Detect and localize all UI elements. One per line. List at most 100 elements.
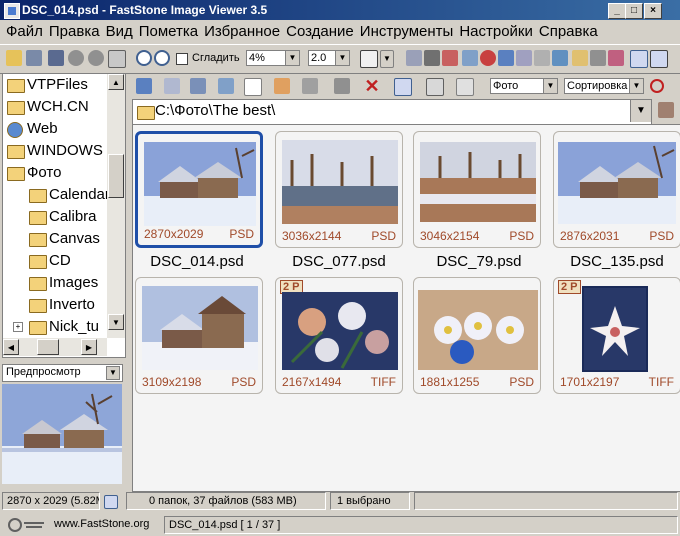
select-icon[interactable] [406, 50, 422, 66]
menu-create[interactable]: Создание [286, 21, 354, 40]
smooth-label: Сгладить [192, 52, 240, 64]
copy-icon[interactable] [302, 78, 318, 94]
forward-icon[interactable] [164, 78, 180, 94]
back-icon[interactable] [136, 78, 152, 94]
selection-count: 1 выбрано [330, 492, 410, 510]
save-icon[interactable] [48, 50, 64, 66]
expand-icon[interactable]: + [13, 322, 23, 332]
stop-icon[interactable] [650, 79, 664, 93]
menu-help[interactable]: Справка [539, 21, 598, 40]
list-view-icon[interactable] [426, 78, 444, 96]
zoom-select[interactable]: 4% ▼ [246, 50, 300, 66]
menu-edit[interactable]: Правка [49, 21, 100, 40]
smooth-checkbox[interactable] [176, 53, 188, 65]
thumbnail-dims: 3046x2154 [420, 229, 480, 243]
compare-icon[interactable] [534, 50, 550, 66]
scroll-left-icon[interactable]: ◀ [3, 339, 19, 355]
thumbnail-format: PSD [229, 227, 254, 241]
browser-toolbar: ✕ Фото ▼ Сортировка ▼ [128, 73, 680, 97]
scroll-down-icon[interactable]: ▼ [108, 314, 124, 330]
thumbnail-card[interactable]: 2876x2031 PSD [553, 131, 680, 248]
thumbnail-filename: DSC_077.psd [292, 253, 386, 270]
delete-icon[interactable]: ✕ [364, 77, 380, 95]
recycle-bin-icon[interactable] [658, 102, 674, 118]
resize-icon[interactable] [462, 50, 478, 66]
details-view-icon[interactable] [456, 78, 474, 96]
chevron-down-icon: ▼ [543, 79, 557, 93]
scroll-thumb[interactable] [37, 339, 59, 355]
scroll-up-icon[interactable]: ▲ [108, 74, 124, 90]
email-icon[interactable] [572, 50, 588, 66]
thumbnail-info: 3109x2198 PSD [142, 375, 256, 389]
menu-favorites[interactable]: Избранное [204, 21, 280, 40]
grid-icon[interactable] [516, 50, 532, 66]
thumbnail-card[interactable]: 2 P 2167x1494 TIFF [275, 277, 403, 394]
layout-icon[interactable] [630, 50, 648, 68]
open-folder-icon[interactable] [6, 50, 22, 66]
folder-icon [29, 211, 47, 225]
thumbnail-card[interactable]: 3109x2198 PSD [135, 277, 263, 394]
menu-tag[interactable]: Пометка [139, 21, 198, 40]
chevron-down-icon[interactable]: ▼ [630, 100, 651, 122]
menu-tools[interactable]: Инструменты [360, 21, 454, 40]
folder-icon [137, 106, 155, 120]
tree-item-label: Images [49, 274, 99, 291]
folder-icon [7, 101, 25, 115]
fit-window-icon[interactable] [104, 495, 118, 509]
folder-icon [7, 79, 25, 93]
thumbnail-card[interactable]: 1881x1255 PSD [413, 277, 541, 394]
slideshow-icon[interactable] [552, 50, 568, 66]
chevron-down-icon[interactable]: ▼ [380, 50, 394, 68]
window-title: DSC_014.psd - FastStone Image Viewer 3.5 [22, 3, 268, 17]
logo-line-icon [26, 526, 42, 528]
refresh-icon[interactable] [218, 78, 234, 94]
next-icon[interactable] [88, 50, 104, 66]
browse-icon[interactable] [26, 50, 42, 66]
scroll-right-icon[interactable]: ▶ [81, 339, 97, 355]
preview-select[interactable]: Предпросмотр ▼ [2, 364, 123, 382]
zoom-in-icon[interactable] [136, 50, 152, 66]
crop-icon[interactable] [424, 50, 440, 66]
path-combobox[interactable]: C:\Фото\The best\ ▼ [132, 99, 652, 125]
menu-view[interactable]: Вид [106, 21, 133, 40]
sort-select[interactable]: Сортировка ▼ [564, 78, 644, 94]
zoom-value: 4% [249, 52, 265, 64]
thumbnail-card[interactable]: 2 P 1701x2197 TIFF [553, 277, 680, 394]
thumbnail-card[interactable]: 3046x2154 PSD [413, 131, 541, 248]
thumbnail-format: TIFF [648, 375, 674, 389]
fullscreen-icon[interactable] [108, 50, 126, 68]
hand-tool-icon[interactable] [360, 50, 378, 68]
current-file: DSC_014.psd [ 1 / 37 ] [164, 516, 678, 534]
scroll-thumb[interactable] [108, 154, 124, 198]
star-icon[interactable] [244, 78, 262, 96]
filter-select[interactable]: Фото ▼ [490, 78, 558, 94]
prev-icon[interactable] [68, 50, 84, 66]
move-icon[interactable] [334, 78, 350, 94]
print-icon[interactable] [590, 50, 606, 66]
tree-vscrollbar[interactable]: ▲ ▼ [107, 74, 125, 338]
draw-icon[interactable] [442, 50, 458, 66]
website-link[interactable]: www.FastStone.org [54, 518, 149, 530]
thumbnail-card[interactable]: 3036x2144 PSD [275, 131, 403, 248]
close-button[interactable]: × [644, 3, 662, 19]
menu-settings[interactable]: Настройки [459, 21, 533, 40]
tree-item-label: WCH.CN [27, 98, 89, 115]
thumbnail-format: PSD [649, 229, 674, 243]
red-eye-icon[interactable] [480, 50, 496, 66]
logo-line-icon [24, 522, 44, 524]
minimize-button[interactable]: _ [608, 3, 626, 19]
settings-icon[interactable] [608, 50, 624, 66]
thumbnail-info: 3046x2154 PSD [420, 229, 534, 243]
zoom-out-icon[interactable] [154, 50, 170, 66]
thumbnail-card[interactable]: 2870x2029 PSD [135, 131, 263, 248]
ratio-select[interactable]: 2.0 ▼ [308, 50, 350, 66]
thumbnail-filename: DSC_79.psd [436, 253, 522, 270]
rotate-icon[interactable] [498, 50, 514, 66]
tree-hscrollbar[interactable]: ◀ ▶ [3, 338, 107, 356]
thumbnails-view-icon[interactable] [394, 78, 412, 96]
up-folder-icon[interactable] [190, 78, 206, 94]
fit-icon[interactable] [650, 50, 668, 68]
menu-file[interactable]: Файл [6, 21, 43, 40]
maximize-button[interactable]: □ [625, 3, 643, 19]
new-folder-icon[interactable] [274, 78, 290, 94]
